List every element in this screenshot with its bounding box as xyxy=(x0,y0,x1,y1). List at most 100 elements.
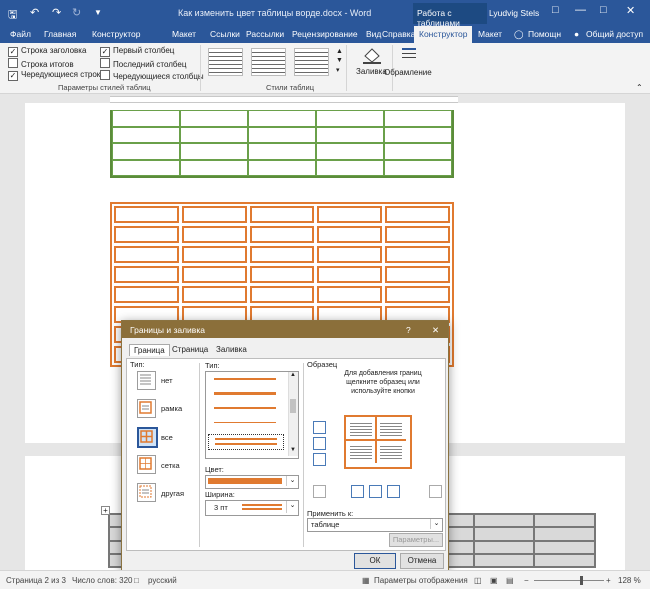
banded-columns-checkbox[interactable]: Чередующиеся столбцы xyxy=(100,70,204,81)
repeat-icon[interactable]: ↻ xyxy=(72,6,81,19)
table-cell[interactable] xyxy=(384,110,452,127)
maximize-icon[interactable]: □ xyxy=(600,4,607,16)
table-cell[interactable] xyxy=(112,110,180,127)
lightbulb-icon[interactable]: ◯ xyxy=(514,29,524,40)
line-style-item-selected[interactable] xyxy=(208,434,284,450)
customize-qat-icon[interactable]: ▼ xyxy=(94,8,102,17)
line-style-item[interactable] xyxy=(214,422,276,425)
save-icon[interactable]: 🖫 xyxy=(8,6,17,25)
dialog-help-button[interactable]: ? xyxy=(406,325,411,335)
table-cell[interactable] xyxy=(385,206,450,223)
line-style-item[interactable] xyxy=(214,378,276,380)
line-style-list[interactable]: ▲ ▼ xyxy=(205,371,299,459)
table-cell[interactable] xyxy=(473,553,535,567)
style-list-scrollbar[interactable]: ▲ ▼ xyxy=(288,372,298,456)
table-cell[interactable] xyxy=(473,540,535,554)
table-cell[interactable] xyxy=(385,266,450,283)
diagonal-up-border-button[interactable] xyxy=(429,485,442,498)
table-cell[interactable] xyxy=(385,246,450,263)
table-cell[interactable] xyxy=(112,159,180,176)
scroll-up-icon[interactable]: ▲ xyxy=(290,372,296,378)
table-cell[interactable] xyxy=(180,126,248,143)
preset-none-button[interactable] xyxy=(137,371,156,390)
table-cell[interactable] xyxy=(248,143,316,160)
display-settings-icon[interactable]: ▦ xyxy=(362,576,370,585)
table-cell[interactable] xyxy=(248,126,316,143)
user-name[interactable]: Lyudvig Stels xyxy=(489,8,539,18)
table-style-thumb[interactable] xyxy=(294,48,329,76)
table-cell[interactable] xyxy=(114,286,179,303)
table-cell[interactable] xyxy=(316,126,384,143)
undo-icon[interactable]: ↶ xyxy=(30,6,39,19)
read-mode-icon[interactable]: ◫ xyxy=(474,576,482,585)
inside-vertical-border-button[interactable] xyxy=(369,485,382,498)
tab-shading[interactable]: Заливка xyxy=(212,344,251,355)
bottom-border-button[interactable] xyxy=(313,453,326,466)
collapse-ribbon-icon[interactable]: ⌃ xyxy=(636,83,643,92)
table-cell[interactable] xyxy=(534,540,595,554)
table-style-thumb[interactable] xyxy=(251,48,286,76)
table-cell[interactable] xyxy=(534,553,595,567)
display-settings-button[interactable]: Параметры отображения xyxy=(374,576,468,585)
table-cell[interactable] xyxy=(112,143,180,160)
preset-grid-button[interactable] xyxy=(137,455,156,474)
last-column-checkbox[interactable]: Последний столбец xyxy=(100,58,186,69)
styles-scroll-up-icon[interactable]: ▲ xyxy=(336,48,343,55)
ribbon-display-icon[interactable]: □ xyxy=(552,4,559,16)
table-cell[interactable] xyxy=(317,206,383,223)
table-cell[interactable] xyxy=(316,110,384,127)
styles-more-icon[interactable]: ▾ xyxy=(336,66,340,74)
tab-review[interactable]: Рецензирование xyxy=(292,29,358,39)
table-cell[interactable] xyxy=(317,246,383,263)
tab-table-layout[interactable]: Макет xyxy=(478,29,502,39)
table-style-thumb[interactable] xyxy=(208,48,243,76)
table-cell[interactable] xyxy=(181,286,247,303)
preset-custom-button[interactable] xyxy=(137,483,156,502)
table-cell[interactable] xyxy=(249,266,315,283)
table-cell[interactable] xyxy=(534,527,595,541)
table-cell[interactable] xyxy=(114,266,179,283)
options-button[interactable]: Параметры... xyxy=(389,533,443,547)
right-border-button[interactable] xyxy=(387,485,400,498)
print-layout-icon[interactable]: ▣ xyxy=(490,576,498,585)
ok-button[interactable]: ОК xyxy=(354,553,396,569)
table-cell[interactable] xyxy=(180,110,248,127)
word-count[interactable]: Число слов: 320 xyxy=(72,576,132,585)
preset-box-button[interactable] xyxy=(137,399,156,418)
table-cell[interactable] xyxy=(384,126,452,143)
zoom-out-icon[interactable]: − xyxy=(524,576,529,585)
styles-scroll-down-icon[interactable]: ▼ xyxy=(336,57,343,64)
table-cell[interactable] xyxy=(317,266,383,283)
web-layout-icon[interactable]: ▤ xyxy=(506,576,514,585)
table-cell[interactable] xyxy=(249,246,315,263)
first-column-checkbox[interactable]: ✓ Первый столбец xyxy=(100,46,174,57)
inside-horizontal-border-button[interactable] xyxy=(313,437,326,450)
table-cell[interactable] xyxy=(316,143,384,160)
tab-layout[interactable]: Макет xyxy=(172,29,196,39)
line-style-item[interactable] xyxy=(214,407,276,409)
redo-icon[interactable]: ↷ xyxy=(52,6,61,19)
tab-design[interactable]: Конструктор xyxy=(92,29,140,39)
table-cell[interactable] xyxy=(114,226,179,243)
zoom-slider-thumb[interactable] xyxy=(580,576,583,585)
tab-view[interactable]: Вид xyxy=(366,29,381,39)
share-button[interactable]: Общий доступ xyxy=(586,29,643,39)
table-cell[interactable] xyxy=(316,159,384,176)
table-cell[interactable] xyxy=(249,226,315,243)
table-cell[interactable] xyxy=(180,159,248,176)
tab-border[interactable]: Граница xyxy=(129,344,170,356)
tab-page-border[interactable]: Страница xyxy=(168,344,212,355)
diagonal-down-border-button[interactable] xyxy=(313,485,326,498)
tab-table-design[interactable]: Конструктор xyxy=(414,26,473,43)
total-row-checkbox[interactable]: Строка итогов xyxy=(8,58,74,69)
left-border-button[interactable] xyxy=(351,485,364,498)
table-move-handle-icon[interactable]: + xyxy=(101,506,110,515)
table-cell[interactable] xyxy=(249,286,315,303)
minimize-icon[interactable]: — xyxy=(575,4,586,16)
table-cell[interactable] xyxy=(317,226,383,243)
table-cell[interactable] xyxy=(112,126,180,143)
table-cell[interactable] xyxy=(181,226,247,243)
tab-mailings[interactable]: Рассылки xyxy=(246,29,284,39)
page-counter[interactable]: Страница 2 из 3 xyxy=(6,576,66,585)
table-cell[interactable] xyxy=(384,143,452,160)
